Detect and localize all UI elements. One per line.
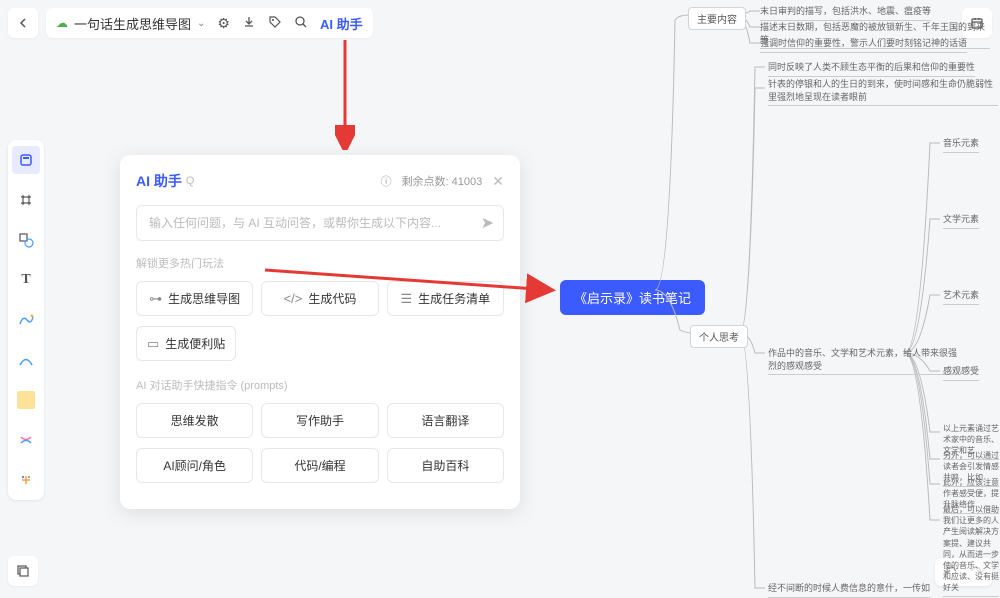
search-icon[interactable] [294, 15, 308, 32]
points-remaining: 剩余点数: 41003 [402, 173, 483, 189]
left-sidebar: T [8, 140, 44, 500]
list-icon: ☰ [400, 291, 412, 307]
ai-prompt-input[interactable] [136, 205, 504, 241]
mm-leaf-lit[interactable]: 文学元素 [943, 213, 979, 229]
chip-gen-code[interactable]: </>生成代码 [261, 281, 378, 316]
toolbar-group: ☁ 一句话生成思维导图 ⌄ ⚙ AI 助手 [46, 8, 373, 38]
mm-leaf[interactable]: 强调时信仰的重要性，警示人们要时刻铭记神的话语 [760, 37, 967, 53]
mm-leaf-feel[interactable]: 感观感受 [943, 365, 979, 381]
mm-leaf-music[interactable]: 音乐元素 [943, 137, 979, 153]
chip-gen-tasks[interactable]: ☰生成任务清单 [387, 281, 504, 316]
chevron-down-icon: ⌄ [197, 18, 205, 29]
mm-leaf-art[interactable]: 艺术元素 [943, 289, 979, 305]
doc-title-text: 一句话生成思维导图 [74, 14, 191, 33]
layers-button[interactable] [8, 556, 38, 586]
mindmap-canvas[interactable]: 主要内容 个人思考 末日审判的描写，包括洪水、地震、瘟疫等 描述末日数期，包括恶… [560, 0, 1000, 594]
tool-text[interactable]: T [12, 266, 40, 294]
ai-assistant-button[interactable]: AI 助手 [320, 14, 363, 33]
tool-node[interactable] [12, 146, 40, 174]
tool-cross[interactable] [12, 426, 40, 454]
chip-prompt-writing[interactable]: 写作助手 [261, 403, 378, 438]
tool-shape[interactable] [12, 226, 40, 254]
section-unlock-label: 解锁更多热门玩法 [136, 255, 504, 271]
mm-node-personal[interactable]: 个人思考 [690, 325, 748, 348]
back-button[interactable] [8, 8, 38, 38]
tool-sticky[interactable] [12, 386, 40, 414]
chip-prompt-diverge[interactable]: 思维发散 [136, 403, 253, 438]
info-icon: ⓘ [381, 173, 392, 189]
chip-prompt-role[interactable]: AI顾问/角色 [136, 448, 253, 483]
sticky-note-icon [17, 391, 35, 409]
sticky-icon: ▭ [147, 336, 159, 352]
mindmap-icon: ⊶ [149, 291, 162, 307]
mm-leaf[interactable]: 针表的停银和人的生日的到来，使时间感和生命仍脆弱性里强烈地呈现在读者眼前 [768, 78, 998, 106]
mm-leaf[interactable]: 末日审判的描写，包括洪水、地震、瘟疫等 [760, 5, 931, 21]
mm-leaf[interactable]: 最后，可以借助我们让更多的人产生阅读解决方案提、建议共同，从而进一步使的音乐、文… [943, 504, 999, 597]
ai-panel-title: AI 助手 Q [136, 171, 194, 191]
tool-pen[interactable] [12, 306, 40, 334]
code-icon: </> [284, 291, 303, 306]
annotation-arrow-down [335, 35, 355, 150]
tag-icon[interactable] [268, 15, 282, 32]
ai-assistant-panel: AI 助手 Q ⓘ 剩余点数: 41003 ✕ ➤ 解锁更多热门玩法 ⊶生成思维… [120, 155, 520, 509]
send-icon[interactable]: ➤ [481, 213, 494, 233]
chip-gen-mindmap[interactable]: ⊶生成思维导图 [136, 281, 253, 316]
document-title[interactable]: ☁ 一句话生成思维导图 ⌄ [56, 14, 205, 33]
section-prompts-label: AI 对话助手快捷指令 (prompts) [136, 377, 504, 393]
close-icon[interactable]: ✕ [492, 173, 504, 190]
tool-add[interactable] [12, 466, 40, 494]
mm-leaf[interactable]: 经不间断的时候人费信息的意什，一传如 [768, 582, 930, 598]
cloud-icon: ☁ [56, 16, 68, 30]
tool-frame[interactable] [12, 186, 40, 214]
tool-connector[interactable] [12, 346, 40, 374]
settings-icon[interactable]: ⚙ [217, 15, 230, 32]
mm-leaf[interactable]: 作品中的音乐、文学和艺术元素，给人带来很强烈的感观感受 [768, 347, 958, 375]
chip-prompt-wiki[interactable]: 自助百科 [387, 448, 504, 483]
chip-prompt-code[interactable]: 代码/编程 [261, 448, 378, 483]
chip-prompt-translate[interactable]: 语言翻译 [387, 403, 504, 438]
export-icon[interactable] [242, 15, 256, 32]
mm-leaf[interactable]: 同时反映了人类不顾生态平衡的后果和信仰的重要性 [768, 61, 975, 77]
mm-node-main-content[interactable]: 主要内容 [688, 7, 746, 30]
chip-gen-sticky[interactable]: ▭生成便利贴 [136, 326, 236, 361]
